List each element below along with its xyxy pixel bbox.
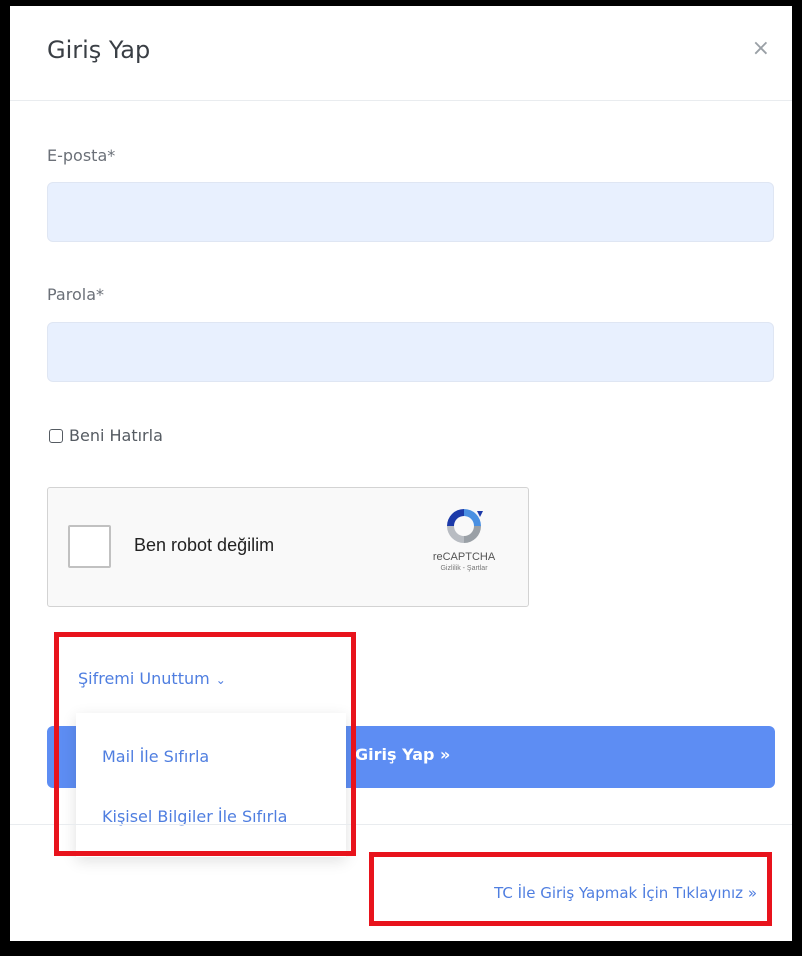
close-icon[interactable]: × (752, 36, 770, 61)
recaptcha-label: Ben robot değilim (134, 535, 275, 555)
recaptcha-logo: reCAPTCHA Gizlilik - Şartlar (414, 503, 514, 572)
modal-header: Giriş Yap × (10, 6, 792, 101)
forgot-password-toggle[interactable]: Şifremi Unuttum ⌄ (78, 669, 226, 688)
reset-by-mail-item[interactable]: Mail İle Sıfırla (102, 747, 209, 766)
email-label: E-posta* (47, 146, 116, 165)
recaptcha-widget: Ben robot değilim reCAPTCHA Gizlilik - Ş… (47, 487, 529, 607)
recaptcha-brand: reCAPTCHA (432, 551, 496, 563)
tc-login-link[interactable]: TC İle Giriş Yapmak İçin Tıklayınız » (494, 884, 757, 902)
submit-label: Giriş Yap » (355, 745, 451, 764)
forgot-password-label: Şifremi Unuttum (78, 669, 210, 688)
recaptcha-checkbox[interactable] (68, 525, 111, 568)
chevron-down-icon: ⌄ (215, 673, 226, 687)
recaptcha-links[interactable]: Gizlilik - Şartlar (414, 565, 514, 572)
footer-divider (10, 824, 792, 825)
forgot-password-menu: Mail İle Sıfırla Kişisel Bilgiler İle Sı… (76, 713, 346, 857)
password-label: Parola* (47, 285, 104, 304)
modal-title: Giriş Yap (47, 36, 151, 64)
remember-label: Beni Hatırla (69, 426, 163, 445)
remember-checkbox[interactable] (49, 428, 63, 443)
email-field[interactable] (47, 182, 774, 242)
login-modal: Giriş Yap × E-posta* Parola* Beni Hatırl… (10, 6, 792, 941)
password-field[interactable] (47, 322, 774, 382)
remember-me[interactable]: Beni Hatırla (49, 426, 163, 445)
recaptcha-icon (447, 509, 483, 543)
